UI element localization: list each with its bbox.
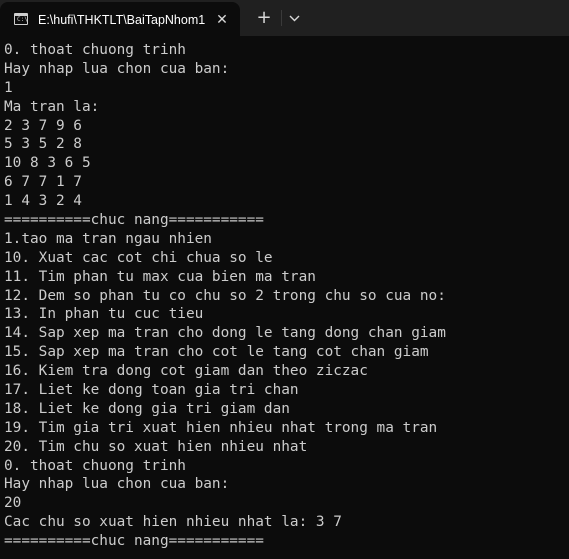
console-line: 18. Liet ke dong gia tri giam dan [4,400,290,417]
tab-separator [281,10,282,26]
close-icon[interactable]: ✕ [212,10,232,30]
terminal-window: C:\ E:\hufi\THKTLT\BaiTapNhom1 ✕ + 0. th… [0,0,569,559]
console-output[interactable]: 0. thoat chuong trinh Hay nhap lua chon c… [4,41,569,559]
console-line: 19. Tim gia tri xuat hien nhieu nhat tro… [4,419,438,436]
console-line: 20 [4,495,22,512]
terminal-icon: C:\ [14,13,28,25]
console-line: 2 3 7 9 6 [4,117,82,134]
tab-title: E:\hufi\THKTLT\BaiTapNhom1 [38,13,206,27]
tab-bar: C:\ E:\hufi\THKTLT\BaiTapNhom1 ✕ + [0,0,569,36]
console-line: 11. Tim phan tu max cua bien ma tran [4,268,316,285]
console-line: Hay nhap lua chon cua ban: [4,60,230,77]
console-line: 10 8 3 6 5 [4,155,91,172]
console-line: 0. thoat chuong trinh [4,42,186,58]
console-line: 15. Sap xep ma tran cho cot le tang cot … [4,344,429,361]
console-line: ==========chuc nang=========== [4,533,264,550]
console-line: 1 [4,79,13,96]
console-line: 10. Xuat cac cot chi chua so le [4,249,273,266]
console-line: ==========chuc nang=========== [4,212,264,229]
chevron-down-icon[interactable] [284,6,306,30]
console-line: 14. Sap xep ma tran cho dong le tang don… [4,325,446,342]
console-line: 0. thoat chuong trinh [4,457,186,474]
plus-icon[interactable]: + [252,6,276,30]
console-line: Ma tran la: [4,98,100,115]
console-line: 1 4 3 2 4 [4,193,82,210]
console-line: 13. In phan tu cuc tieu [4,306,204,323]
console-line: 16. Kiem tra dong cot giam dan theo zicz… [4,363,368,380]
console-line: 12. Dem so phan tu co chu so 2 trong chu… [4,287,446,304]
console-line: 17. Liet ke dong toan gia tri chan [4,382,299,399]
console-line: 5 3 5 2 8 [4,136,82,153]
console-line: 20. Tim chu so xuat hien nhieu nhat [4,438,308,455]
tab-terminal[interactable]: C:\ E:\hufi\THKTLT\BaiTapNhom1 ✕ [0,2,240,36]
console-line: 6 7 7 1 7 [4,174,82,191]
console-line: Hay nhap lua chon cua ban: [4,476,230,493]
console-line: Cac chu so xuat hien nhieu nhat la: 3 7 [4,514,342,531]
console-line: 1.tao ma tran ngau nhien [4,230,212,247]
